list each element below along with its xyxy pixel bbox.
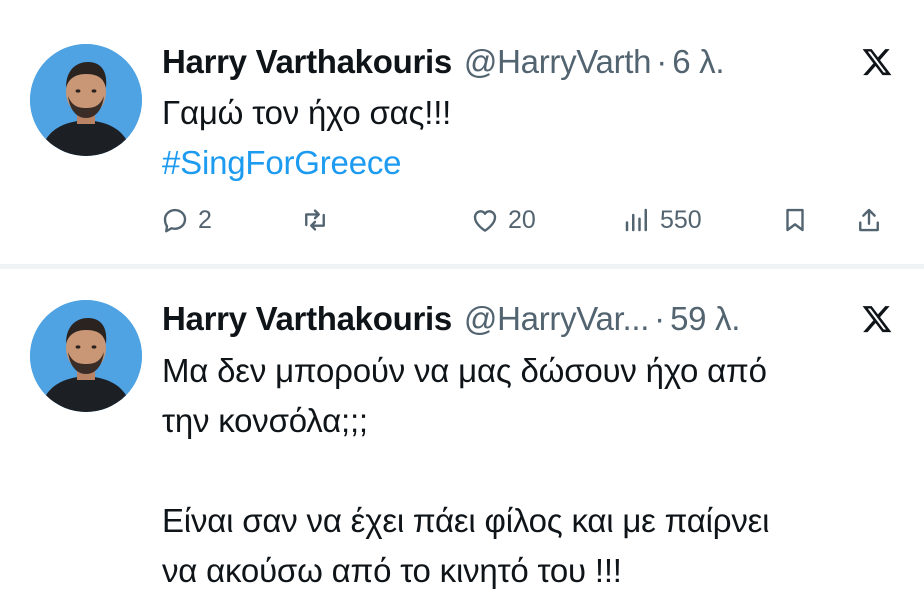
hashtag-link[interactable]: #SingForGreece — [162, 138, 884, 188]
like-button[interactable]: 20 — [470, 198, 536, 242]
retweet-button[interactable] — [300, 198, 330, 242]
views-count: 550 — [660, 205, 702, 234]
tweet-text: Μα δεν μπορούν να μας δώσουν ήχο από την… — [162, 346, 884, 596]
share-button[interactable] — [854, 198, 884, 242]
tweet-text-line: να ακούσω από το κινητό του !!! — [162, 552, 622, 589]
avatar[interactable] — [30, 300, 142, 412]
bookmark-button[interactable] — [780, 198, 810, 242]
share-icon — [859, 208, 879, 232]
heart-icon — [473, 210, 497, 232]
avatar[interactable] — [30, 44, 142, 156]
tweet-text-line: Γαμώ τον ήχο σας!!! — [162, 94, 452, 131]
tweet-actions: 2 20 550 — [160, 198, 894, 242]
tweet-header: Harry Varthakouris @HarryVarth · 6 λ. — [162, 40, 894, 84]
tweet-text: Γαμώ τον ήχο σας!!! #SingForGreece — [162, 88, 884, 188]
tweet-header: Harry Varthakouris @HarryVar... · 59 λ. — [162, 297, 894, 341]
paragraph-break — [162, 446, 884, 496]
user-name[interactable]: Harry Varthakouris — [162, 297, 452, 341]
x-logo-icon — [862, 49, 892, 76]
separator-dot: · — [656, 43, 668, 80]
tweet-text-line: Μα δεν μπορούν να μας δώσουν ήχο από — [162, 352, 767, 389]
user-handle[interactable]: @HarryVarth — [464, 40, 652, 84]
user-handle[interactable]: @HarryVar... — [464, 297, 649, 341]
like-count: 20 — [508, 205, 536, 234]
reply-count: 2 — [198, 205, 212, 234]
tweet[interactable]: Harry Varthakouris @HarryVar... · 59 λ. … — [0, 268, 924, 602]
reply-button[interactable]: 2 — [160, 198, 212, 242]
twitter-screenshot: Harry Varthakouris @HarryVarth · 6 λ. Γα… — [0, 0, 924, 602]
x-logo-icon — [862, 306, 892, 333]
views-icon — [625, 208, 647, 232]
reply-icon — [163, 208, 187, 233]
views-button[interactable]: 550 — [622, 198, 702, 242]
tweet-text-line: Είναι σαν να έχει πάει φίλος και με παίρ… — [162, 502, 770, 539]
separator-dot: · — [654, 300, 666, 337]
retweet-icon — [305, 209, 325, 231]
tweet[interactable]: Harry Varthakouris @HarryVarth · 6 λ. Γα… — [0, 0, 924, 268]
user-name[interactable]: Harry Varthakouris — [162, 40, 452, 84]
bookmark-icon — [786, 208, 804, 232]
tweet-time[interactable]: 6 λ. — [672, 40, 724, 84]
tweet-text-line: την κονσόλα;;; — [162, 402, 368, 439]
tweet-time[interactable]: 59 λ. — [670, 297, 740, 341]
